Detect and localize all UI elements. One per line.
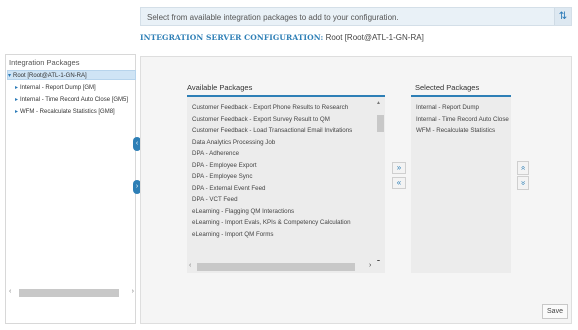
save-button[interactable]: Save — [542, 304, 568, 319]
instruction-bar: Select from available integration packag… — [140, 7, 572, 26]
available-horizontal-scrollbar[interactable]: ‹ › — [187, 261, 385, 273]
list-item[interactable]: eLearning - Import Evals, KPIs & Compete… — [187, 217, 373, 229]
package-selection-panel: Available Packages Customer Feedback - E… — [140, 56, 572, 324]
list-item[interactable]: Customer Feedback - Export Survey Result… — [187, 114, 373, 126]
integration-packages-tree: Integration Packages ▾ Root [Root@ATL-1-G… — [5, 54, 136, 324]
remove-all-button[interactable]: « — [392, 177, 406, 189]
tree-horizontal-scrollbar[interactable]: ‹ › — [9, 288, 134, 297]
tree-node-label: Root [Root@ATL-1-GN-RA] — [13, 73, 87, 79]
tree-node[interactable]: ▸ Internal - Time Record Auto Close [GM5] — [7, 95, 136, 105]
tree-node[interactable]: ▸ WFM - Recalculate Statistics [GM8] — [7, 107, 136, 117]
page-title-label: INTEGRATION SERVER CONFIGURATION: — [140, 33, 324, 42]
list-item[interactable]: Internal - Time Record Auto Close — [411, 114, 509, 126]
scroll-right-icon[interactable]: › — [369, 262, 371, 269]
list-item[interactable]: Customer Feedback - Load Transactional E… — [187, 125, 373, 137]
scroll-right-icon[interactable]: › — [132, 288, 134, 295]
add-all-button[interactable]: » — [392, 162, 406, 174]
caret-right-icon[interactable]: ▸ — [15, 109, 18, 115]
available-packages-title: Available Packages — [187, 83, 253, 92]
list-item[interactable]: DPA - Adherence — [187, 148, 373, 160]
page-title: INTEGRATION SERVER CONFIGURATION: Root [… — [140, 33, 424, 42]
tree-node[interactable]: ▸ Internal - Report Dump [GM] — [7, 83, 136, 93]
available-vertical-scrollbar[interactable]: ▲ ▼ — [375, 97, 385, 265]
scroll-up-icon[interactable]: ▲ — [376, 100, 381, 106]
selected-packages-title: Selected Packages — [415, 83, 480, 92]
list-item[interactable]: DPA - Employee Sync — [187, 171, 373, 183]
sort-icon[interactable]: ⇅ — [554, 8, 571, 25]
tree-node-root[interactable]: ▾ Root [Root@ATL-1-GN-RA] — [7, 70, 136, 80]
scroll-left-icon[interactable]: ‹ — [189, 262, 191, 269]
caret-right-icon[interactable]: ▸ — [15, 97, 18, 103]
scrollbar-thumb[interactable] — [19, 289, 119, 297]
list-item[interactable]: DPA - External Event Feed — [187, 183, 373, 195]
scrollbar-thumb[interactable] — [377, 115, 384, 132]
list-item[interactable]: Customer Feedback - Export Phone Results… — [187, 102, 373, 114]
list-item[interactable]: WFM - Recalculate Statistics — [411, 125, 509, 137]
caret-right-icon[interactable]: ▸ — [15, 85, 18, 91]
tree-node-label: Internal - Time Record Auto Close [GM5] — [20, 97, 129, 103]
move-up-button[interactable]: « — [517, 161, 529, 175]
tree-node-label: WFM - Recalculate Statistics [GM8] — [20, 109, 115, 115]
instruction-text: Select from available integration packag… — [147, 13, 399, 22]
expand-caret-icon[interactable]: ▾ — [8, 73, 11, 79]
selected-packages-list[interactable]: Internal - Report Dump Internal - Time R… — [411, 95, 511, 273]
list-item[interactable]: DPA - Employee Export — [187, 160, 373, 172]
scrollbar-thumb[interactable] — [197, 263, 355, 271]
list-item[interactable]: Data Analytics Processing Job — [187, 137, 373, 149]
scroll-left-icon[interactable]: ‹ — [9, 288, 11, 295]
tree-title: Integration Packages — [9, 58, 80, 67]
list-item[interactable]: DPA - VCT Feed — [187, 194, 373, 206]
page-title-value: Root [Root@ATL-1-GN-RA] — [325, 33, 424, 42]
available-packages-list[interactable]: Customer Feedback - Export Phone Results… — [187, 95, 385, 273]
move-down-button[interactable]: » — [517, 176, 529, 190]
list-item[interactable]: eLearning - Flagging QM Interactions — [187, 206, 373, 218]
list-item[interactable]: Internal - Report Dump — [411, 102, 509, 114]
tree-node-label: Internal - Report Dump [GM] — [20, 85, 96, 91]
list-item[interactable]: eLearning - Import QM Forms — [187, 229, 373, 241]
